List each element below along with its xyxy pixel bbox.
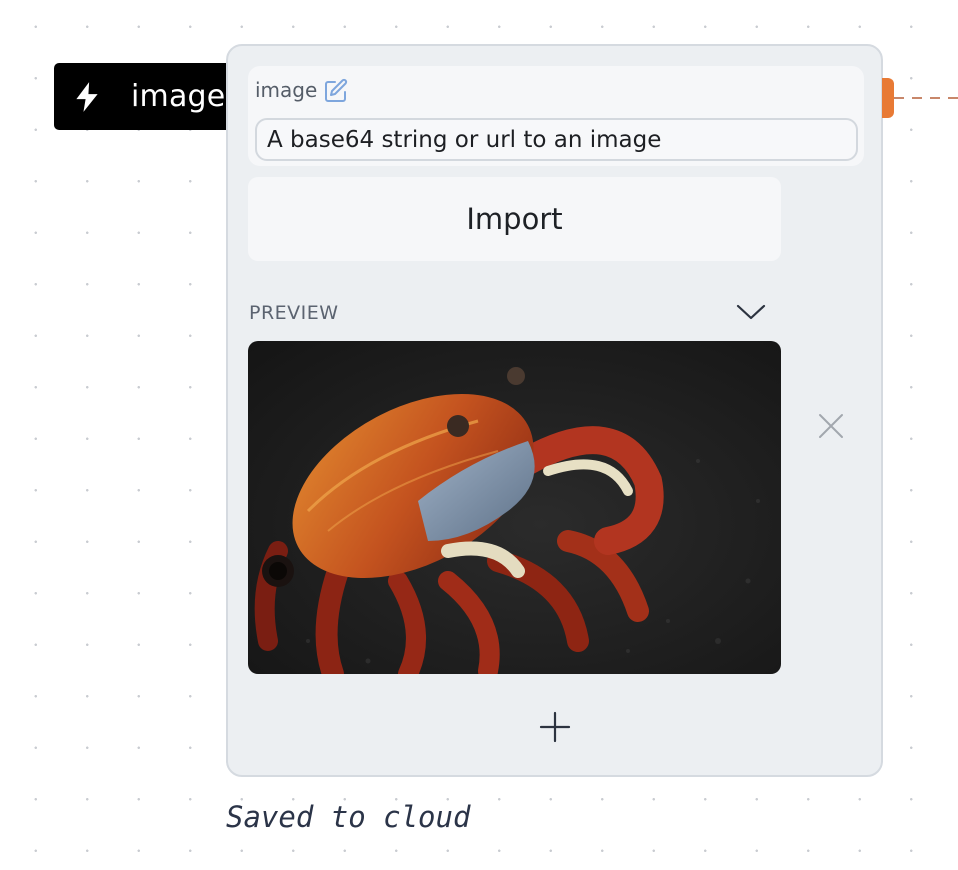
output-handle[interactable] — [882, 78, 894, 118]
pencil-edit-icon[interactable] — [322, 77, 350, 105]
close-icon[interactable] — [816, 411, 846, 441]
node-type-tag[interactable]: image — [54, 63, 234, 130]
preview-image — [248, 341, 781, 674]
lightning-bolt-icon — [70, 80, 104, 114]
field-label: image — [255, 78, 318, 102]
image-node-card: image Import PREVIEW — [226, 44, 883, 777]
image-field-group: image — [248, 66, 864, 166]
save-status: Saved to cloud — [226, 800, 471, 834]
connection-edge — [894, 97, 958, 99]
plus-icon[interactable] — [538, 710, 572, 744]
import-button[interactable]: Import — [248, 177, 781, 261]
node-type-label: image — [131, 79, 226, 114]
preview-section-label: PREVIEW — [249, 302, 339, 324]
image-url-input[interactable] — [255, 118, 858, 161]
chevron-down-icon[interactable] — [735, 300, 767, 324]
